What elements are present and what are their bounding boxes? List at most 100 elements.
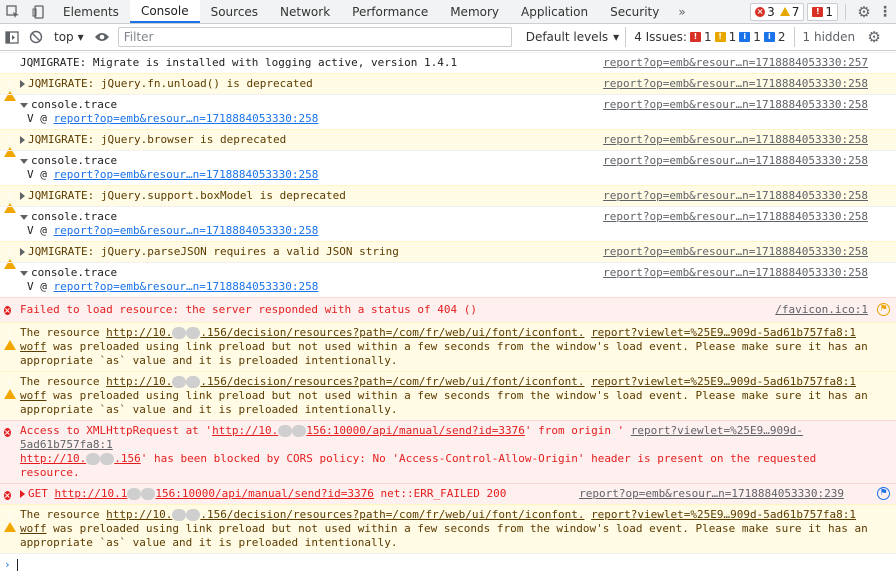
message-source-link[interactable]: report?op=emb&resour…n=1718884053330:239	[579, 487, 844, 501]
console-message-warning[interactable]: The resource http://10. .156/decision/res…	[0, 322, 896, 371]
expand-triangle-icon[interactable]	[20, 80, 25, 88]
expand-triangle-icon[interactable]	[20, 490, 25, 498]
collapse-triangle-icon[interactable]	[20, 102, 28, 108]
message-text: JQMIGRATE: jQuery.support.boxModel is de…	[28, 189, 346, 202]
message-text: console.trace	[31, 266, 118, 279]
issues-counter[interactable]: ! 1	[807, 2, 838, 21]
error-counter[interactable]: × 3 7	[750, 2, 805, 21]
expand-triangle-icon[interactable]	[20, 136, 25, 144]
warning-icon	[4, 190, 16, 213]
message-source-link[interactable]: report?op=emb&resour…n=1718884053330:258	[603, 98, 868, 112]
sidebar-toggle-icon[interactable]	[0, 30, 24, 44]
issues-button[interactable]: 4 Issues: ! 1 ! 1 i 1 i 2	[625, 27, 793, 47]
tab-network[interactable]: Network	[269, 0, 341, 23]
redacted-blur	[172, 509, 187, 521]
source-link[interactable]: report?viewlet=%25E9…909d-5ad61b757fa8:1	[591, 508, 856, 521]
tab-memory[interactable]: Memory	[439, 0, 510, 23]
console-message-warning[interactable]: JQMIGRATE: jQuery.fn.unload() is depreca…	[0, 73, 896, 101]
message-source-link[interactable]: report?op=emb&resour…n=1718884053330:258	[603, 77, 868, 91]
resource-link[interactable]: http://10. .156/decision/resources?path=/…	[106, 375, 584, 388]
tab-console[interactable]: Console	[129, 0, 200, 23]
redacted-blur	[141, 488, 156, 500]
request-link[interactable]: http://10. 156:10000/api/manual/send?id=3…	[212, 424, 525, 437]
more-options-icon[interactable]: ⋮	[878, 4, 892, 20]
console-message-error[interactable]: × Access to XMLHttpRequest at 'http://10…	[0, 420, 896, 483]
error-icon: ×	[4, 491, 11, 500]
console-message-log[interactable]: JQMIGRATE: Migrate is installed with log…	[0, 52, 896, 73]
tab-sources[interactable]: Sources	[200, 0, 269, 23]
console-settings-gear-icon[interactable]: ⚙	[863, 28, 885, 46]
message-text: GET	[28, 487, 55, 500]
clear-console-icon[interactable]	[24, 30, 48, 44]
frame-prefix: V @	[27, 224, 54, 237]
request-link[interactable]: http://10.1 156:10000/api/manual/send?id=…	[55, 487, 374, 500]
message-source-link[interactable]: report?op=emb&resour…n=1718884053330:257	[603, 56, 868, 70]
resource-link-tail[interactable]: woff	[20, 522, 47, 535]
resource-link-tail[interactable]: woff	[20, 340, 47, 353]
live-expression-eye-icon[interactable]	[90, 31, 114, 43]
stack-frame-link[interactable]: report?op=emb&resour…n=1718884053330:258	[54, 168, 319, 181]
console-message-trace[interactable]: console.trace V @ report?op=emb&resour…n…	[0, 94, 896, 129]
message-text: was preloaded using link preload but not…	[20, 389, 868, 416]
error-icon: ×	[4, 428, 11, 437]
warning-icon	[4, 246, 16, 269]
collapse-triangle-icon[interactable]	[20, 214, 28, 220]
expand-triangle-icon[interactable]	[20, 192, 25, 200]
link-text: 156:10000/api/manual/send?id=3376	[306, 424, 525, 437]
issue-badge-icon[interactable]: ⚑	[877, 487, 890, 500]
stack-frame-link[interactable]: report?op=emb&resour…n=1718884053330:258	[54, 112, 319, 125]
collapse-triangle-icon[interactable]	[20, 158, 28, 164]
warning-icon	[779, 7, 790, 16]
console-message-warning[interactable]: JQMIGRATE: jQuery.parseJSON requires a v…	[0, 241, 896, 269]
warning-icon	[4, 509, 16, 532]
console-message-warning[interactable]: The resource http://10. .156/decision/res…	[0, 504, 896, 553]
redacted-blur	[292, 425, 307, 437]
settings-gear-icon[interactable]: ⚙	[853, 3, 875, 21]
message-source-link[interactable]: report?op=emb&resour…n=1718884053330:258	[603, 266, 868, 280]
resource-link[interactable]: http://10. .156/decision/resources?path=/…	[106, 326, 584, 339]
tab-application[interactable]: Application	[510, 0, 599, 23]
collapse-triangle-icon[interactable]	[20, 270, 28, 276]
resource-link-tail[interactable]: woff	[20, 389, 47, 402]
inspect-element-icon[interactable]	[0, 0, 26, 23]
console-message-warning[interactable]: The resource http://10. .156/decision/res…	[0, 371, 896, 420]
message-source-link[interactable]: report?op=emb&resour…n=1718884053330:258	[603, 245, 868, 259]
message-source-link[interactable]: /favicon.ico:1	[775, 303, 868, 317]
tab-elements[interactable]: Elements	[52, 0, 130, 23]
console-message-warning[interactable]: JQMIGRATE: jQuery.support.boxModel is de…	[0, 185, 896, 213]
stack-frame-link[interactable]: report?op=emb&resour…n=1718884053330:258	[54, 280, 319, 293]
console-message-error[interactable]: × Failed to load resource: the server re…	[0, 297, 896, 322]
filter-input[interactable]: Filter	[117, 27, 512, 47]
message-source-link[interactable]: report?op=emb&resour…n=1718884053330:258	[603, 154, 868, 168]
message-source-link[interactable]: report?op=emb&resour…n=1718884053330:258	[603, 210, 868, 224]
message-text: console.trace	[31, 210, 118, 223]
console-message-trace[interactable]: console.trace V @ report?op=emb&resour…n…	[0, 206, 896, 241]
source-link[interactable]: report?viewlet=%25E9…909d-5ad61b757fa8:1	[591, 375, 856, 388]
console-message-warning[interactable]: JQMIGRATE: jQuery.browser is deprecated …	[0, 129, 896, 157]
device-toolbar-icon[interactable]	[26, 0, 52, 23]
issue-badge-icon[interactable]: ⚑	[877, 303, 890, 316]
source-link[interactable]: report?viewlet=%25E9…909d-5ad61b757fa8:1	[591, 326, 856, 339]
console-prompt[interactable]: ›	[0, 553, 896, 575]
tab-security[interactable]: Security	[599, 0, 670, 23]
redacted-blur	[127, 488, 142, 500]
redacted-blur	[100, 453, 115, 465]
log-levels-dropdown[interactable]: Default levels ▾	[520, 30, 625, 44]
message-source-link[interactable]: report?op=emb&resour…n=1718884053330:258	[603, 133, 868, 147]
message-source-link[interactable]: report?op=emb&resour…n=1718884053330:258	[603, 189, 868, 203]
tab-performance[interactable]: Performance	[341, 0, 439, 23]
link-text: .156	[114, 452, 141, 465]
resource-link[interactable]: http://10. .156/decision/resources?path=/…	[106, 508, 584, 521]
message-text: console.trace	[31, 154, 118, 167]
link-text: http://10.	[212, 424, 279, 437]
stack-frame-link[interactable]: report?op=emb&resour…n=1718884053330:258	[54, 224, 319, 237]
expand-triangle-icon[interactable]	[20, 248, 25, 256]
context-selector[interactable]: top ▾	[48, 30, 90, 44]
issues-warning-count: 1	[728, 30, 737, 44]
redacted-blur	[186, 327, 201, 339]
origin-link[interactable]: http://10. .156	[20, 452, 141, 465]
console-message-trace[interactable]: console.trace V @ report?op=emb&resour…n…	[0, 262, 896, 297]
console-message-trace[interactable]: console.trace V @ report?op=emb&resour…n…	[0, 150, 896, 185]
console-message-error[interactable]: × GET http://10.1 156:10000/api/manual/se…	[0, 483, 896, 504]
more-tabs-button[interactable]: »	[670, 0, 693, 23]
